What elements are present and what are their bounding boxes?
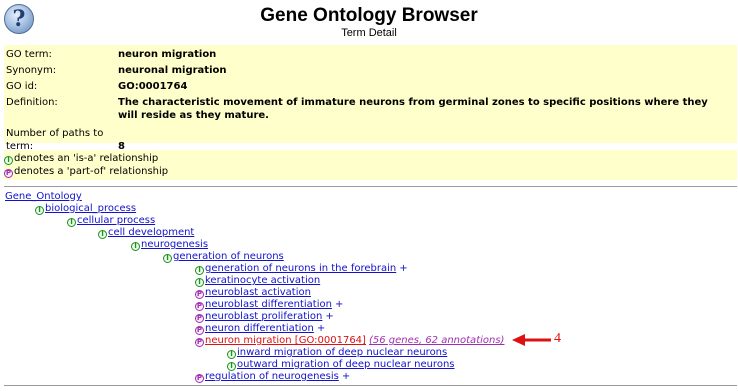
tree-link-neuroblast-activation[interactable]: neuroblast activation: [205, 287, 311, 298]
tree-node-neuroblast-proliferation: Pneuroblast proliferation +: [195, 311, 334, 323]
expand-button[interactable]: +: [325, 311, 333, 322]
tree-node-cell-development: Icell development: [98, 227, 194, 239]
legend-partof: Pdenotes a 'part-of' relationship: [4, 165, 737, 178]
tree-node-forebrain: Igeneration of neurons in the forebrain +: [195, 263, 408, 275]
part-of-icon: P: [195, 338, 204, 347]
is-a-icon: I: [98, 230, 107, 239]
expand-button[interactable]: +: [335, 299, 343, 310]
divider-top: [4, 186, 737, 187]
divider-bottom: [4, 385, 737, 386]
expand-button[interactable]: +: [342, 371, 350, 382]
tree-link-neuron-differentiation[interactable]: neuron differentiation: [205, 323, 314, 334]
tree-link-neuroblast-differentiation[interactable]: neuroblast differentiation: [205, 299, 332, 310]
go-id-row: GO id: GO:0001764: [4, 80, 737, 93]
go-term-row: GO term: neuron migration: [4, 48, 737, 61]
tree-node-root: Gene_Ontology: [5, 191, 82, 203]
page-title: Gene Ontology Browser: [260, 5, 478, 26]
tree-link-outward-migration[interactable]: outward migration of deep nuclear neuron…: [237, 359, 455, 370]
is-a-icon: I: [195, 266, 204, 275]
go-term-label: GO term:: [6, 49, 52, 60]
is-a-icon: I: [35, 206, 44, 215]
term-detail-panel: GO term: neuron migration Synonym: neuro…: [4, 45, 737, 152]
definition-label: Definition:: [6, 97, 58, 108]
tree-link-generation-of-neurons-forebrain[interactable]: generation of neurons in the forebrain: [205, 263, 396, 274]
relationship-legend: Idenotes an 'is-a' relationship Pdenotes…: [4, 150, 737, 180]
part-of-icon: P: [195, 326, 204, 335]
tree-link-keratinocyte-activation[interactable]: keratinocyte activation: [205, 275, 320, 286]
legend-isa-text: denotes an 'is-a' relationship: [14, 153, 159, 164]
part-of-icon: P: [195, 314, 204, 323]
synonym-row: Synonym: neuronal migration: [4, 64, 737, 77]
tree-node-current-term: Pneuron migration [GO:0001764] (56 genes,…: [195, 335, 504, 347]
tree-node-cellular-process: Icellular process: [67, 215, 155, 227]
definition-value: The characteristic movement of immature …: [118, 97, 708, 121]
tree-link-gene-ontology[interactable]: Gene_Ontology: [5, 191, 82, 202]
is-a-icon: I: [67, 218, 76, 227]
tree-link-biological-process[interactable]: biological_process: [45, 203, 136, 214]
tree-link-cellular-process[interactable]: cellular process: [77, 215, 155, 226]
tree-link-regulation-of-neurogenesis[interactable]: regulation of neurogenesis: [205, 371, 339, 382]
tree-link-neurogenesis[interactable]: neurogenesis: [141, 239, 208, 250]
part-of-icon: P: [195, 290, 204, 299]
part-of-icon: P: [195, 374, 204, 383]
go-term-value: neuron migration: [118, 49, 217, 60]
synonym-label: Synonym:: [6, 65, 57, 76]
annotation-marker: 4: [554, 331, 561, 346]
legend-partof-text: denotes a 'part-of' relationship: [14, 166, 169, 177]
is-a-icon: I: [227, 350, 236, 359]
annotation-arrow-icon: [512, 334, 551, 346]
tree-node-outward-migration: Ioutward migration of deep nuclear neuro…: [227, 359, 455, 371]
tree-node-neuron-differentiation: Pneuron differentiation +: [195, 323, 325, 335]
go-id-value: GO:0001764: [118, 81, 188, 92]
expand-button[interactable]: +: [399, 263, 407, 274]
is-a-icon: I: [131, 242, 140, 251]
tree-node-biological-process: Ibiological_process: [35, 203, 136, 215]
tree-node-inward-migration: Iinward migration of deep nuclear neuron…: [227, 347, 447, 359]
tree-node-neuroblast-differentiation: Pneuroblast differentiation +: [195, 299, 343, 311]
current-term-annotation-count[interactable]: (56 genes, 62 annotations): [369, 335, 505, 346]
tree-node-neurogenesis: Ineurogenesis: [131, 239, 208, 251]
is-a-icon: I: [227, 362, 236, 371]
definition-row: Definition: The characteristic movement …: [4, 96, 737, 122]
expand-button[interactable]: +: [317, 323, 325, 334]
tree-link-neuroblast-proliferation[interactable]: neuroblast proliferation: [205, 311, 322, 322]
legend-isa: Idenotes an 'is-a' relationship: [4, 152, 737, 165]
tree-node-keratinocyte-activation: Ikeratinocyte activation: [195, 275, 320, 287]
go-id-label: GO id:: [6, 81, 38, 92]
current-term-link[interactable]: neuron migration [GO:0001764]: [205, 335, 366, 346]
tree-link-inward-migration[interactable]: inward migration of deep nuclear neurons: [237, 347, 447, 358]
tree-link-cell-development[interactable]: cell development: [108, 227, 194, 238]
is-a-icon: I: [195, 278, 204, 287]
tree-link-generation-of-neurons[interactable]: generation of neurons: [173, 251, 284, 262]
page-subtitle: Term Detail: [341, 27, 397, 39]
tree-node-neuroblast-activation: Pneuroblast activation: [195, 287, 311, 299]
is-a-icon: I: [163, 254, 172, 263]
synonym-value: neuronal migration: [118, 65, 227, 76]
tree-node-generation-of-neurons: Igeneration of neurons: [163, 251, 284, 263]
part-of-icon: P: [195, 302, 204, 311]
is-a-icon: I: [4, 156, 13, 165]
tree-node-regulation-of-neurogenesis: Pregulation of neurogenesis +: [195, 371, 350, 383]
part-of-icon: P: [4, 169, 13, 178]
